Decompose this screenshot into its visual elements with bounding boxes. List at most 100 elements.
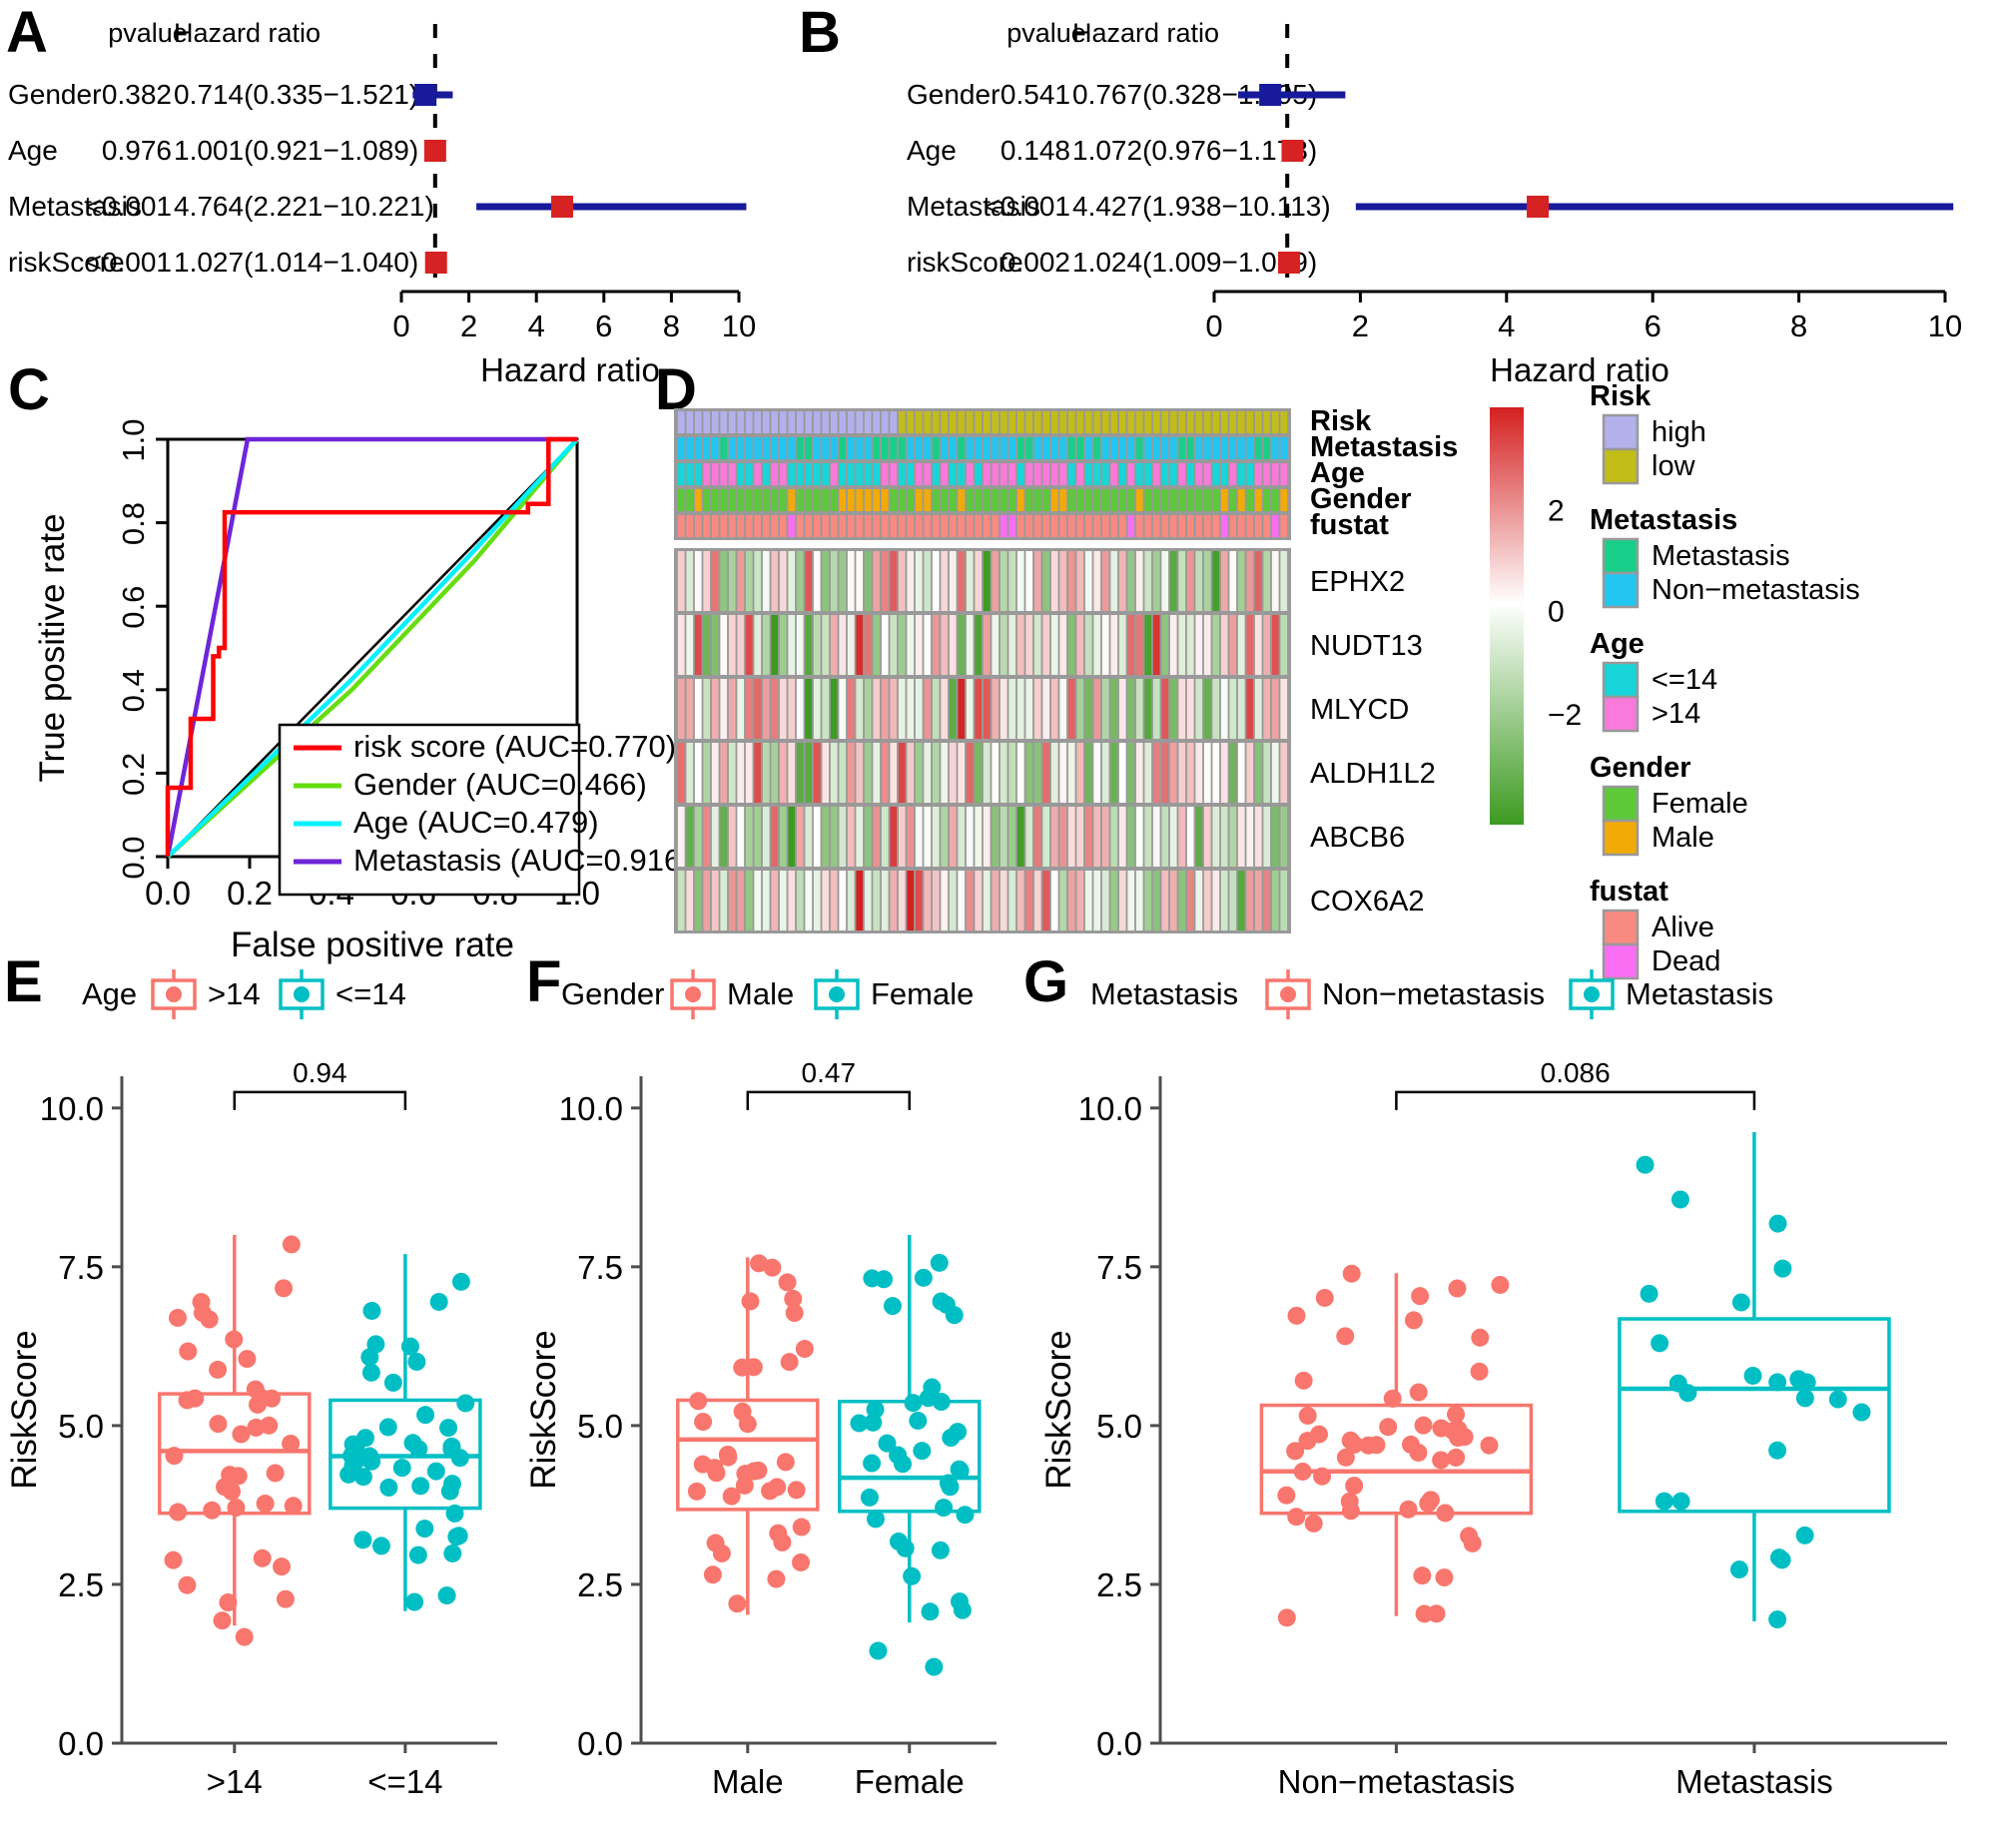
boxplot-data-point xyxy=(1636,1155,1655,1174)
heatmap-cell xyxy=(1186,807,1194,867)
heatmap-annotation-cell xyxy=(975,437,983,459)
boxplot-x-tick-label: Metastasis xyxy=(1675,1763,1833,1800)
boxplot-data-point xyxy=(785,1304,804,1323)
heatmap-annotation-cell xyxy=(694,437,702,459)
boxplot-data-point xyxy=(1432,1451,1451,1470)
heatmap-annotation-cell xyxy=(745,489,753,511)
heatmap-annotation-cell xyxy=(1169,437,1177,459)
boxplot-data-point xyxy=(1795,1526,1814,1544)
heatmap-annotation-cell xyxy=(720,463,728,485)
heatmap-annotation-cell xyxy=(958,489,966,511)
heatmap-cell xyxy=(1093,679,1101,739)
heatmap-cell xyxy=(677,615,685,675)
heatmap-cell xyxy=(1025,679,1033,739)
boxplot-data-point xyxy=(1640,1284,1658,1303)
heatmap-cell xyxy=(839,679,847,739)
heatmap-annotation-cell xyxy=(932,437,940,459)
heatmap-cell xyxy=(720,679,728,739)
heatmap-cell xyxy=(966,615,974,675)
boxplot-data-point xyxy=(866,1510,885,1529)
heatmap-cell xyxy=(949,679,957,739)
heatmap-cell xyxy=(1033,679,1041,739)
heatmap-annotation-cell xyxy=(830,463,838,485)
heatmap-annotation-cell xyxy=(1271,515,1279,537)
boxplot-data-point xyxy=(439,1419,458,1438)
boxplot-data-point xyxy=(1655,1492,1673,1511)
heatmap-cell xyxy=(999,551,1007,611)
boxplot-legend-label: Non−metastasis xyxy=(1322,976,1545,1011)
heatmap-annotation-cell xyxy=(1229,463,1237,485)
heatmap-cell xyxy=(915,807,923,867)
heatmap-annotation-cell xyxy=(703,489,711,511)
heatmap-annotation-cell xyxy=(754,411,762,433)
heatmap-cell xyxy=(1016,679,1024,739)
heatmap-cell xyxy=(1084,551,1092,611)
heatmap-annotation-cell xyxy=(1203,515,1211,537)
heatmap-svg: Risk Metastasis Age Gender fustat EPHX2 NUDT13… xyxy=(674,380,1860,980)
boxplot-y-tick-label: 2.5 xyxy=(577,1566,623,1603)
heatmap-cell xyxy=(703,615,711,675)
heatmap-cell xyxy=(1280,871,1288,930)
heatmap-cell xyxy=(694,679,702,739)
heatmap-annotation-cell xyxy=(677,489,685,511)
heatmap-legend-swatch xyxy=(1602,571,1640,609)
heatmap-annotation-cell xyxy=(1246,463,1254,485)
boxplot-data-point xyxy=(1447,1448,1466,1467)
heatmap-cell xyxy=(890,679,898,739)
boxplot-data-point xyxy=(1797,1373,1816,1392)
boxplot-data-point xyxy=(1409,1383,1428,1402)
heatmap-cell xyxy=(898,679,906,739)
heatmap-annotation-cell xyxy=(1178,463,1186,485)
boxplot-pvalue-label: 0.47 xyxy=(802,1057,857,1088)
boxplot-data-point xyxy=(1340,1492,1359,1511)
heatmap-annotation-cell xyxy=(941,437,949,459)
heatmap-annotation-cell xyxy=(999,411,1007,433)
forest-axis-tick-label: 4 xyxy=(528,308,545,343)
boxplot-data-point xyxy=(795,1340,814,1359)
heatmap-annotation-cell xyxy=(686,515,694,537)
heatmap-annotation-cell xyxy=(1280,515,1288,537)
boxplot-legend-label: <=14 xyxy=(335,976,406,1011)
heatmap-annotation-cell xyxy=(915,411,923,433)
heatmap-cell xyxy=(983,551,991,611)
heatmap-cell xyxy=(1059,871,1067,930)
heatmap-annotation-cell xyxy=(1127,463,1135,485)
heatmap-cell xyxy=(856,871,864,930)
heatmap-annotation-cell xyxy=(788,463,796,485)
heatmap-cell xyxy=(1025,615,1033,675)
boxplot-data-point xyxy=(1436,1504,1455,1523)
boxplot-data-point xyxy=(378,1418,397,1437)
heatmap-cell xyxy=(728,551,736,611)
heatmap-cell xyxy=(720,551,728,611)
heatmap-cell xyxy=(856,743,864,803)
boxplot-data-point xyxy=(736,1465,755,1484)
heatmap-cell xyxy=(1212,615,1220,675)
heatmap-cell xyxy=(1110,807,1118,867)
heatmap-cell xyxy=(1203,807,1211,867)
forest-row-pvalue: 0.002 xyxy=(1000,247,1070,278)
heatmap-annotation-cell xyxy=(1118,411,1126,433)
heatmap-cell xyxy=(890,551,898,611)
heatmap-cell xyxy=(1025,551,1033,611)
heatmap-cell xyxy=(907,615,915,675)
heatmap-annotation-cell xyxy=(941,411,949,433)
heatmap-cell xyxy=(1220,807,1228,867)
heatmap-legend-swatch xyxy=(1602,447,1640,485)
heatmap-cell xyxy=(932,615,940,675)
boxplot-data-point xyxy=(169,1308,188,1327)
heatmap-cell xyxy=(890,807,898,867)
heatmap-cell xyxy=(1118,807,1126,867)
heatmap-cell xyxy=(1118,551,1126,611)
heatmap-annotation-cell xyxy=(1212,489,1220,511)
heatmap-cell xyxy=(822,871,830,930)
heatmap-cell xyxy=(1169,551,1177,611)
boxplot-y-tick-label: 0.0 xyxy=(577,1725,623,1762)
boxplot-data-point xyxy=(273,1557,292,1576)
heatmap-cell xyxy=(1042,871,1050,930)
heatmap-cell xyxy=(1110,615,1118,675)
heatmap-cell xyxy=(771,743,779,803)
heatmap-cell xyxy=(1050,807,1058,867)
heatmap-annotation-cell xyxy=(1135,411,1143,433)
boxplot-data-point xyxy=(689,1392,708,1411)
boxplot-y-axis-label: RiskScore xyxy=(5,1330,44,1489)
